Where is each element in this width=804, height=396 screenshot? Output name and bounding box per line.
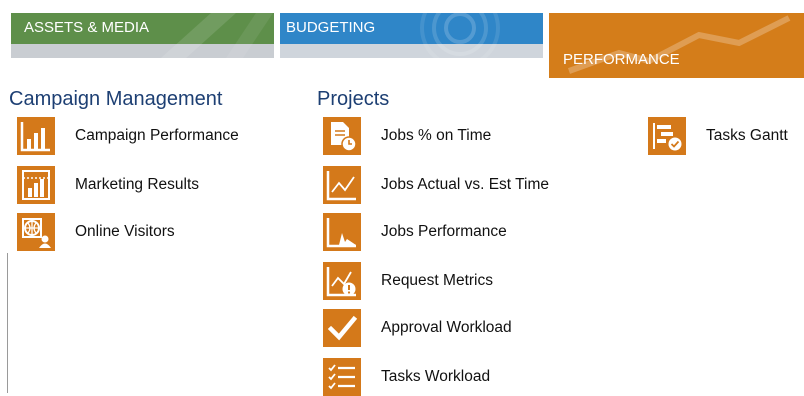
bar-chart-icon xyxy=(17,117,55,155)
tab-assets-media[interactable]: ASSETS & MEDIA xyxy=(11,13,274,58)
report-request-metrics[interactable]: Request Metrics xyxy=(323,262,493,300)
report-tasks-workload[interactable]: Tasks Workload xyxy=(323,358,490,396)
report-label: Approval Workload xyxy=(381,319,512,336)
report-jobs-performance[interactable]: Jobs Performance xyxy=(323,213,507,251)
globe-user-icon xyxy=(17,213,55,251)
report-label: Marketing Results xyxy=(75,176,200,193)
module-tab-bar: ASSETS & MEDIA BUDGETING PERFORMANCE xyxy=(0,0,804,80)
report-jobs-on-time[interactable]: Jobs % on Time xyxy=(323,117,491,155)
report-label: Request Metrics xyxy=(381,272,493,289)
line-chart-icon xyxy=(323,166,361,204)
gantt-icon xyxy=(648,117,686,155)
report-tasks-gantt[interactable]: Tasks Gantt xyxy=(648,117,788,155)
report-online-visitors[interactable]: Online Visitors xyxy=(17,213,175,251)
tab-decoration-trend xyxy=(567,15,791,74)
tab-performance-label: PERFORMANCE xyxy=(563,51,680,68)
tab-assets-label: ASSETS & MEDIA xyxy=(24,19,150,36)
report-label: Jobs Performance xyxy=(381,223,507,240)
column-divider xyxy=(7,253,8,393)
report-label: Tasks Gantt xyxy=(706,127,788,144)
chart-alert-icon xyxy=(323,262,361,300)
report-label: Online Visitors xyxy=(75,223,175,240)
report-label: Campaign Performance xyxy=(75,127,239,144)
tab-performance[interactable]: PERFORMANCE xyxy=(549,13,804,78)
report-campaign-performance[interactable]: Campaign Performance xyxy=(17,117,239,155)
tab-budgeting[interactable]: BUDGETING xyxy=(280,13,543,58)
spike-chart-icon xyxy=(323,213,361,251)
report-label: Jobs % on Time xyxy=(381,127,492,144)
projects-heading: Projects xyxy=(317,88,390,110)
checkmark-icon xyxy=(323,309,361,347)
checklist-icon xyxy=(323,358,361,396)
campaign-management-heading: Campaign Management xyxy=(9,88,223,110)
report-approval-workload[interactable]: Approval Workload xyxy=(323,309,512,347)
tab-budgeting-label: BUDGETING xyxy=(286,19,376,36)
document-clock-icon xyxy=(323,117,361,155)
report-marketing-results[interactable]: Marketing Results xyxy=(17,166,199,204)
results-chart-icon xyxy=(17,166,55,204)
report-jobs-actual-vs-est[interactable]: Jobs Actual vs. Est Time xyxy=(323,166,549,204)
report-label: Jobs Actual vs. Est Time xyxy=(381,176,549,193)
report-label: Tasks Workload xyxy=(381,368,491,385)
